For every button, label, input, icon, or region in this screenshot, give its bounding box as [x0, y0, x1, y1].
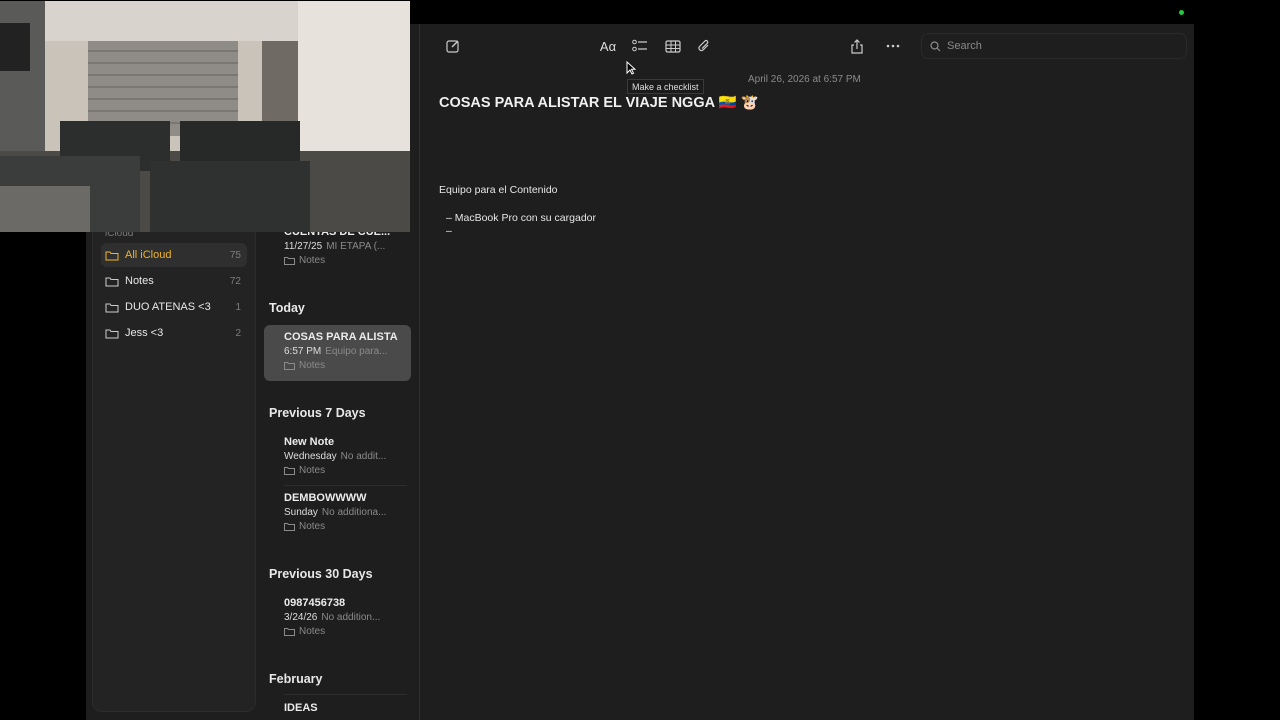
- status-dot: [1179, 10, 1184, 15]
- group-header-today: Today: [269, 301, 305, 315]
- note-item-dembow[interactable]: DEMBOWWWW Sunday No additiona... Notes: [264, 486, 411, 542]
- folder-duo-atenas[interactable]: DUO ATENAS <3 1: [101, 295, 247, 319]
- note-folder: Notes: [284, 521, 411, 532]
- note-title: DEMBOWWWW: [284, 492, 367, 504]
- checklist-icon: [632, 39, 647, 52]
- search-icon: [930, 40, 941, 51]
- note-date: 3/24/26: [284, 612, 318, 623]
- format-button[interactable]: Aα: [597, 36, 619, 56]
- group-header-february: February: [269, 672, 323, 686]
- note-title-heading[interactable]: COSAS PARA ALISTAR EL VIAJE NGGA 🇪🇨 🐮: [439, 94, 759, 111]
- folder-count: 75: [229, 249, 241, 261]
- note-date: Sunday: [284, 507, 318, 518]
- webcam-overlay: [0, 1, 410, 232]
- more-button[interactable]: [883, 36, 903, 56]
- note-folder: Notes: [284, 465, 411, 476]
- note-folder: Notes: [284, 626, 411, 637]
- note-meta: 3/24/26 No addition...: [284, 612, 411, 623]
- folder-label: Notes: [125, 275, 154, 287]
- list-divider: [419, 24, 420, 720]
- note-item-number[interactable]: 0987456738 3/24/26 No addition... Notes: [264, 591, 411, 647]
- share-icon: [851, 38, 863, 54]
- folder-notes[interactable]: Notes 72: [101, 269, 247, 293]
- new-note-button[interactable]: [443, 36, 463, 56]
- note-preview: No additiona...: [321, 507, 387, 518]
- folder-icon: [105, 303, 119, 312]
- more-icon: [886, 44, 900, 48]
- search-placeholder: Search: [947, 40, 982, 52]
- note-folder: Notes: [284, 255, 411, 266]
- note-meta: Wednesday No addit...: [284, 451, 411, 462]
- note-separator: [284, 694, 407, 695]
- share-button[interactable]: [847, 36, 867, 56]
- paperclip-icon: [698, 39, 709, 52]
- room-image: [0, 1, 410, 232]
- folder-all-icloud[interactable]: All iCloud 75: [101, 243, 247, 267]
- note-preview: Equipo para...: [325, 346, 388, 357]
- note-item-ideas[interactable]: IDEAS: [264, 696, 411, 720]
- note-date-header: April 26, 2026 at 6:57 PM: [748, 74, 861, 85]
- search-field[interactable]: Search: [921, 33, 1187, 59]
- note-title: IDEAS: [284, 702, 318, 714]
- folder-label: Jess <3: [125, 327, 164, 339]
- note-preview: No addit...: [340, 451, 387, 462]
- folder-icon: [284, 467, 295, 475]
- folder-icon: [284, 523, 295, 531]
- folder-jess[interactable]: Jess <3 2: [101, 321, 247, 345]
- note-body-line[interactable]: Equipo para el Contenido: [439, 184, 558, 196]
- folder-icon: [105, 251, 119, 260]
- note-title: COSAS PARA ALISTA: [284, 331, 398, 343]
- note-bullet[interactable]: – MacBook Pro con su cargador: [446, 212, 596, 224]
- attachment-button[interactable]: [694, 36, 714, 56]
- note-meta: 6:57 PM Equipo para...: [284, 346, 411, 357]
- folder-icon: [284, 628, 295, 636]
- checklist-tooltip: Make a checklist: [627, 79, 704, 94]
- note-folder: Notes: [284, 360, 411, 371]
- note-item-new-note[interactable]: New Note Wednesday No addit... Notes: [264, 430, 411, 486]
- folder-count: 1: [235, 301, 241, 313]
- folder-icon: [105, 329, 119, 338]
- table-button[interactable]: [663, 36, 683, 56]
- note-meta: Sunday No additiona...: [284, 507, 411, 518]
- note-date: 11/27/25: [284, 241, 323, 252]
- note-title: New Note: [284, 436, 335, 448]
- note-date: Wednesday: [284, 451, 337, 462]
- group-header-previous-7: Previous 7 Days: [269, 406, 366, 420]
- folder-icon: [284, 257, 295, 265]
- folder-count: 2: [235, 327, 241, 339]
- folder-label: DUO ATENAS <3: [125, 301, 211, 313]
- note-date: 6:57 PM: [284, 346, 322, 357]
- note-preview: MI ETAPA (...: [326, 241, 386, 252]
- note-title: 0987456738: [284, 597, 346, 609]
- note-bullet[interactable]: –: [446, 225, 452, 237]
- folder-count: 72: [229, 275, 241, 287]
- checklist-button[interactable]: [630, 36, 650, 56]
- note-meta: 11/27/25 MI ETAPA (...: [284, 241, 411, 252]
- table-icon: [665, 39, 681, 53]
- note-preview: No addition...: [321, 612, 381, 623]
- note-item-cosas[interactable]: COSAS PARA ALISTA 6:57 PM Equipo para... …: [264, 325, 411, 381]
- folder-icon: [105, 277, 119, 286]
- mouse-cursor-icon: [626, 61, 636, 75]
- folder-label: All iCloud: [125, 249, 172, 261]
- compose-icon: [446, 40, 459, 53]
- group-header-previous-30: Previous 30 Days: [269, 567, 373, 581]
- folder-icon: [284, 362, 295, 370]
